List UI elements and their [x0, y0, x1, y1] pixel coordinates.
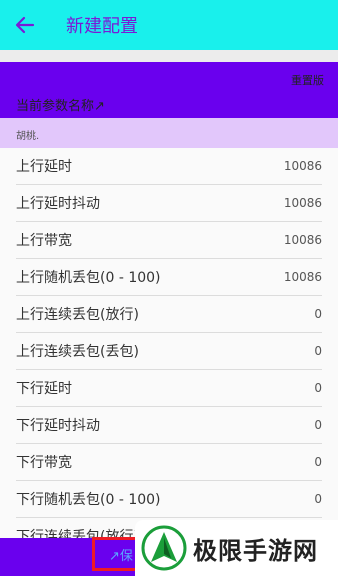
watermark-text: 极限手游网: [193, 536, 318, 565]
setting-row[interactable]: 上行带宽 10086: [16, 222, 322, 259]
site-logo-icon: [141, 525, 187, 571]
setting-label: 上行延时抖动: [16, 196, 100, 212]
setting-label: 上行带宽: [16, 233, 72, 249]
arrow-left-icon: [15, 16, 35, 34]
setting-value: 0: [314, 455, 322, 469]
setting-label: 上行随机丢包(0 - 100): [16, 270, 161, 286]
divider: [0, 50, 338, 62]
setting-label: 下行带宽: [16, 455, 72, 471]
page-title: 新建配置: [66, 16, 138, 37]
setting-row[interactable]: 上行连续丢包(放行) 0: [16, 296, 322, 333]
setting-label: 下行延时: [16, 381, 72, 397]
setting-value: 10086: [283, 159, 322, 173]
setting-value: 0: [314, 418, 322, 432]
setting-row[interactable]: 上行延时 10086: [16, 148, 322, 185]
setting-row[interactable]: 上行随机丢包(0 - 100) 10086: [16, 259, 322, 296]
setting-value: 0: [314, 344, 322, 358]
setting-value: 0: [314, 492, 322, 506]
config-name-value: 胡桃.: [16, 131, 40, 142]
app-bar: 新建配置: [0, 0, 338, 50]
param-header: 重置版 当前参数名称↗: [0, 62, 338, 118]
save-label: ↗保: [109, 548, 133, 564]
setting-value: 0: [314, 381, 322, 395]
setting-row[interactable]: 下行延时抖动 0: [16, 407, 322, 444]
setting-row[interactable]: 上行连续丢包(丢包) 0: [16, 333, 322, 370]
reset-button[interactable]: 重置版: [291, 72, 324, 88]
setting-label: 下行延时抖动: [16, 418, 100, 434]
param-name-button[interactable]: 当前参数名称↗: [16, 95, 105, 114]
setting-label: 上行连续丢包(丢包): [16, 344, 139, 360]
setting-row[interactable]: 下行随机丢包(0 - 100) 0: [16, 481, 322, 518]
setting-row[interactable]: 下行延时 0: [16, 370, 322, 407]
setting-value: 10086: [283, 196, 322, 210]
config-name-field[interactable]: 胡桃.: [0, 118, 338, 148]
setting-label: 上行延时: [16, 159, 72, 175]
settings-list[interactable]: 上行延时 10086 上行延时抖动 10086 上行带宽 10086 上行随机丢包(0 - …: [0, 148, 338, 538]
watermark: 极限手游网: [135, 520, 338, 576]
setting-label: 上行连续丢包(放行): [16, 307, 139, 323]
setting-value: 0: [314, 307, 322, 321]
setting-value: 10086: [283, 233, 322, 247]
setting-row[interactable]: 上行延时抖动 10086: [16, 185, 322, 222]
setting-label: 下行随机丢包(0 - 100): [16, 492, 161, 508]
setting-value: 10086: [283, 270, 322, 284]
setting-row[interactable]: 下行带宽 0: [16, 444, 322, 481]
back-button[interactable]: [0, 0, 50, 50]
